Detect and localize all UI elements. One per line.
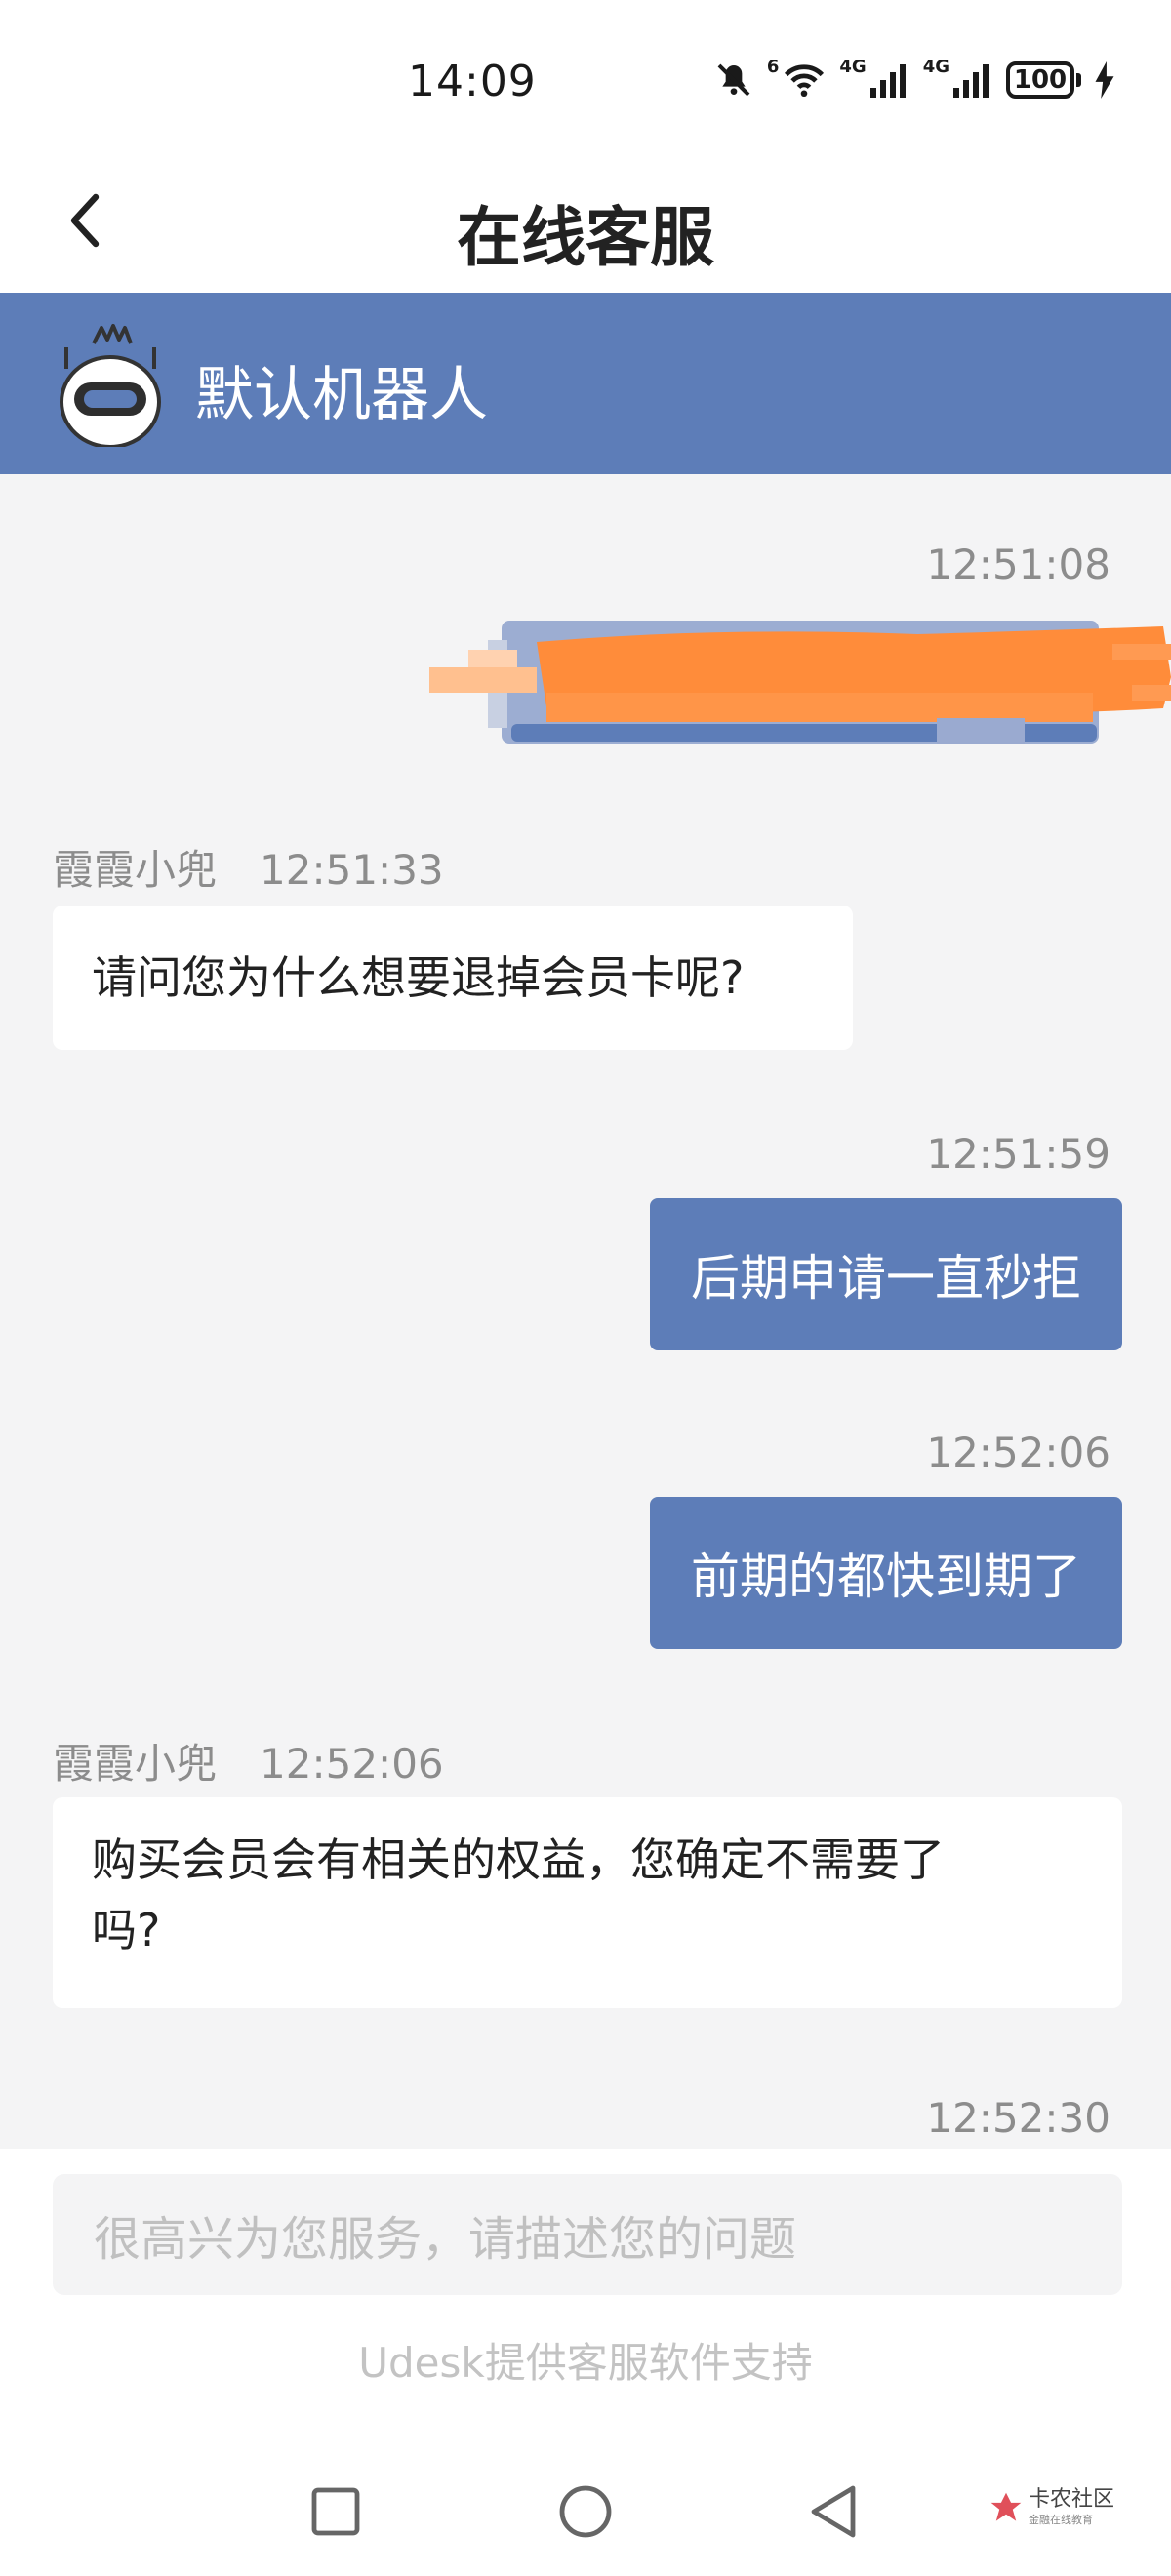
wifi-standard-label: 6 [766, 56, 780, 77]
agent-name: 默认机器人 [195, 361, 488, 429]
message-timestamp: 12:52:06 [260, 1740, 444, 1788]
message-timestamp: 12:52:30 [926, 2094, 1110, 2142]
message-text: 前期的都快到期了 [691, 1549, 1081, 1605]
watermark-subtext: 金融在线教育 [1028, 2514, 1093, 2526]
signal-4g-icon [953, 62, 992, 98]
back-triangle-icon [811, 2485, 856, 2538]
recents-button[interactable] [299, 2475, 373, 2549]
watermark-logo-icon [990, 2492, 1022, 2521]
message-input-placeholder: 很高兴为您服务，请描述您的问题 [94, 2212, 797, 2267]
message-timestamp: 12:52:06 [926, 1429, 1110, 1476]
nav-bar: 卡农社区 金融在线教育 [0, 2447, 1171, 2576]
title-bar: 在线客服 [0, 156, 1171, 293]
sender-name: 霞霞小兜 [53, 1740, 218, 1788]
sender-line: 霞霞小兜 12:52:06 [53, 1731, 444, 1791]
powered-by: Udesk提供客服软件支持 [358, 2339, 813, 2387]
user-message-bubble: 前期的都快到期了 [650, 1497, 1122, 1649]
home-circle-icon [559, 2485, 612, 2538]
charging-icon [1095, 61, 1114, 99]
mute-bell-icon [714, 60, 753, 100]
agent-message-bubble: 购买会员会有相关的权益，您确定不需要了 吗? [53, 1797, 1122, 2008]
redacted-message [429, 591, 1171, 749]
robot-icon [55, 322, 166, 449]
message-text: 后期申请一直秒拒 [691, 1250, 1081, 1307]
status-time: 14:09 [408, 57, 537, 106]
message-input[interactable]: 很高兴为您服务，请描述您的问题 [53, 2174, 1122, 2295]
watermark-text: 卡农社区 [1028, 2487, 1114, 2512]
back-nav-button[interactable] [796, 2475, 870, 2549]
recents-square-icon [311, 2487, 360, 2536]
message-timestamp: 12:51:33 [260, 846, 444, 894]
home-button[interactable] [548, 2475, 623, 2549]
message-timestamp: 12:51:59 [926, 1130, 1110, 1178]
status-bar: 14:09 6 4G 4G 100 [0, 0, 1171, 156]
sim2-network-label: 4G [922, 56, 949, 77]
agent-header: 默认机器人 [0, 293, 1171, 474]
battery-icon: 100 [1006, 61, 1081, 99]
input-area: 很高兴为您服务，请描述您的问题 Udesk提供客服软件支持 [0, 2149, 1171, 2447]
wifi-icon [783, 61, 826, 99]
battery-level: 100 [1006, 61, 1074, 99]
chat-area[interactable]: 12:51:08 霞霞小兜 12:51:33 请问您为什么想要退掉会员卡呢? 12… [0, 474, 1171, 2149]
agent-message-bubble: 请问您为什么想要退掉会员卡呢? [53, 906, 853, 1050]
sim1-network-label: 4G [839, 56, 867, 77]
status-icons: 6 4G 4G 100 [714, 56, 1114, 100]
message-text-line: 购买会员会有相关的权益，您确定不需要了 [92, 1833, 945, 1886]
message-text: 请问您为什么想要退掉会员卡呢? [92, 951, 745, 1004]
message-text-line: 吗? [92, 1904, 161, 1956]
message-timestamp: 12:51:08 [926, 541, 1110, 588]
page-title: 在线客服 [457, 200, 714, 275]
sender-name: 霞霞小兜 [53, 846, 218, 894]
user-message-bubble: 后期申请一直秒拒 [650, 1198, 1122, 1350]
watermark: 卡农社区 金融在线教育 [989, 2488, 1114, 2527]
signal-4g-icon [869, 62, 909, 98]
sender-line: 霞霞小兜 12:51:33 [53, 837, 444, 897]
